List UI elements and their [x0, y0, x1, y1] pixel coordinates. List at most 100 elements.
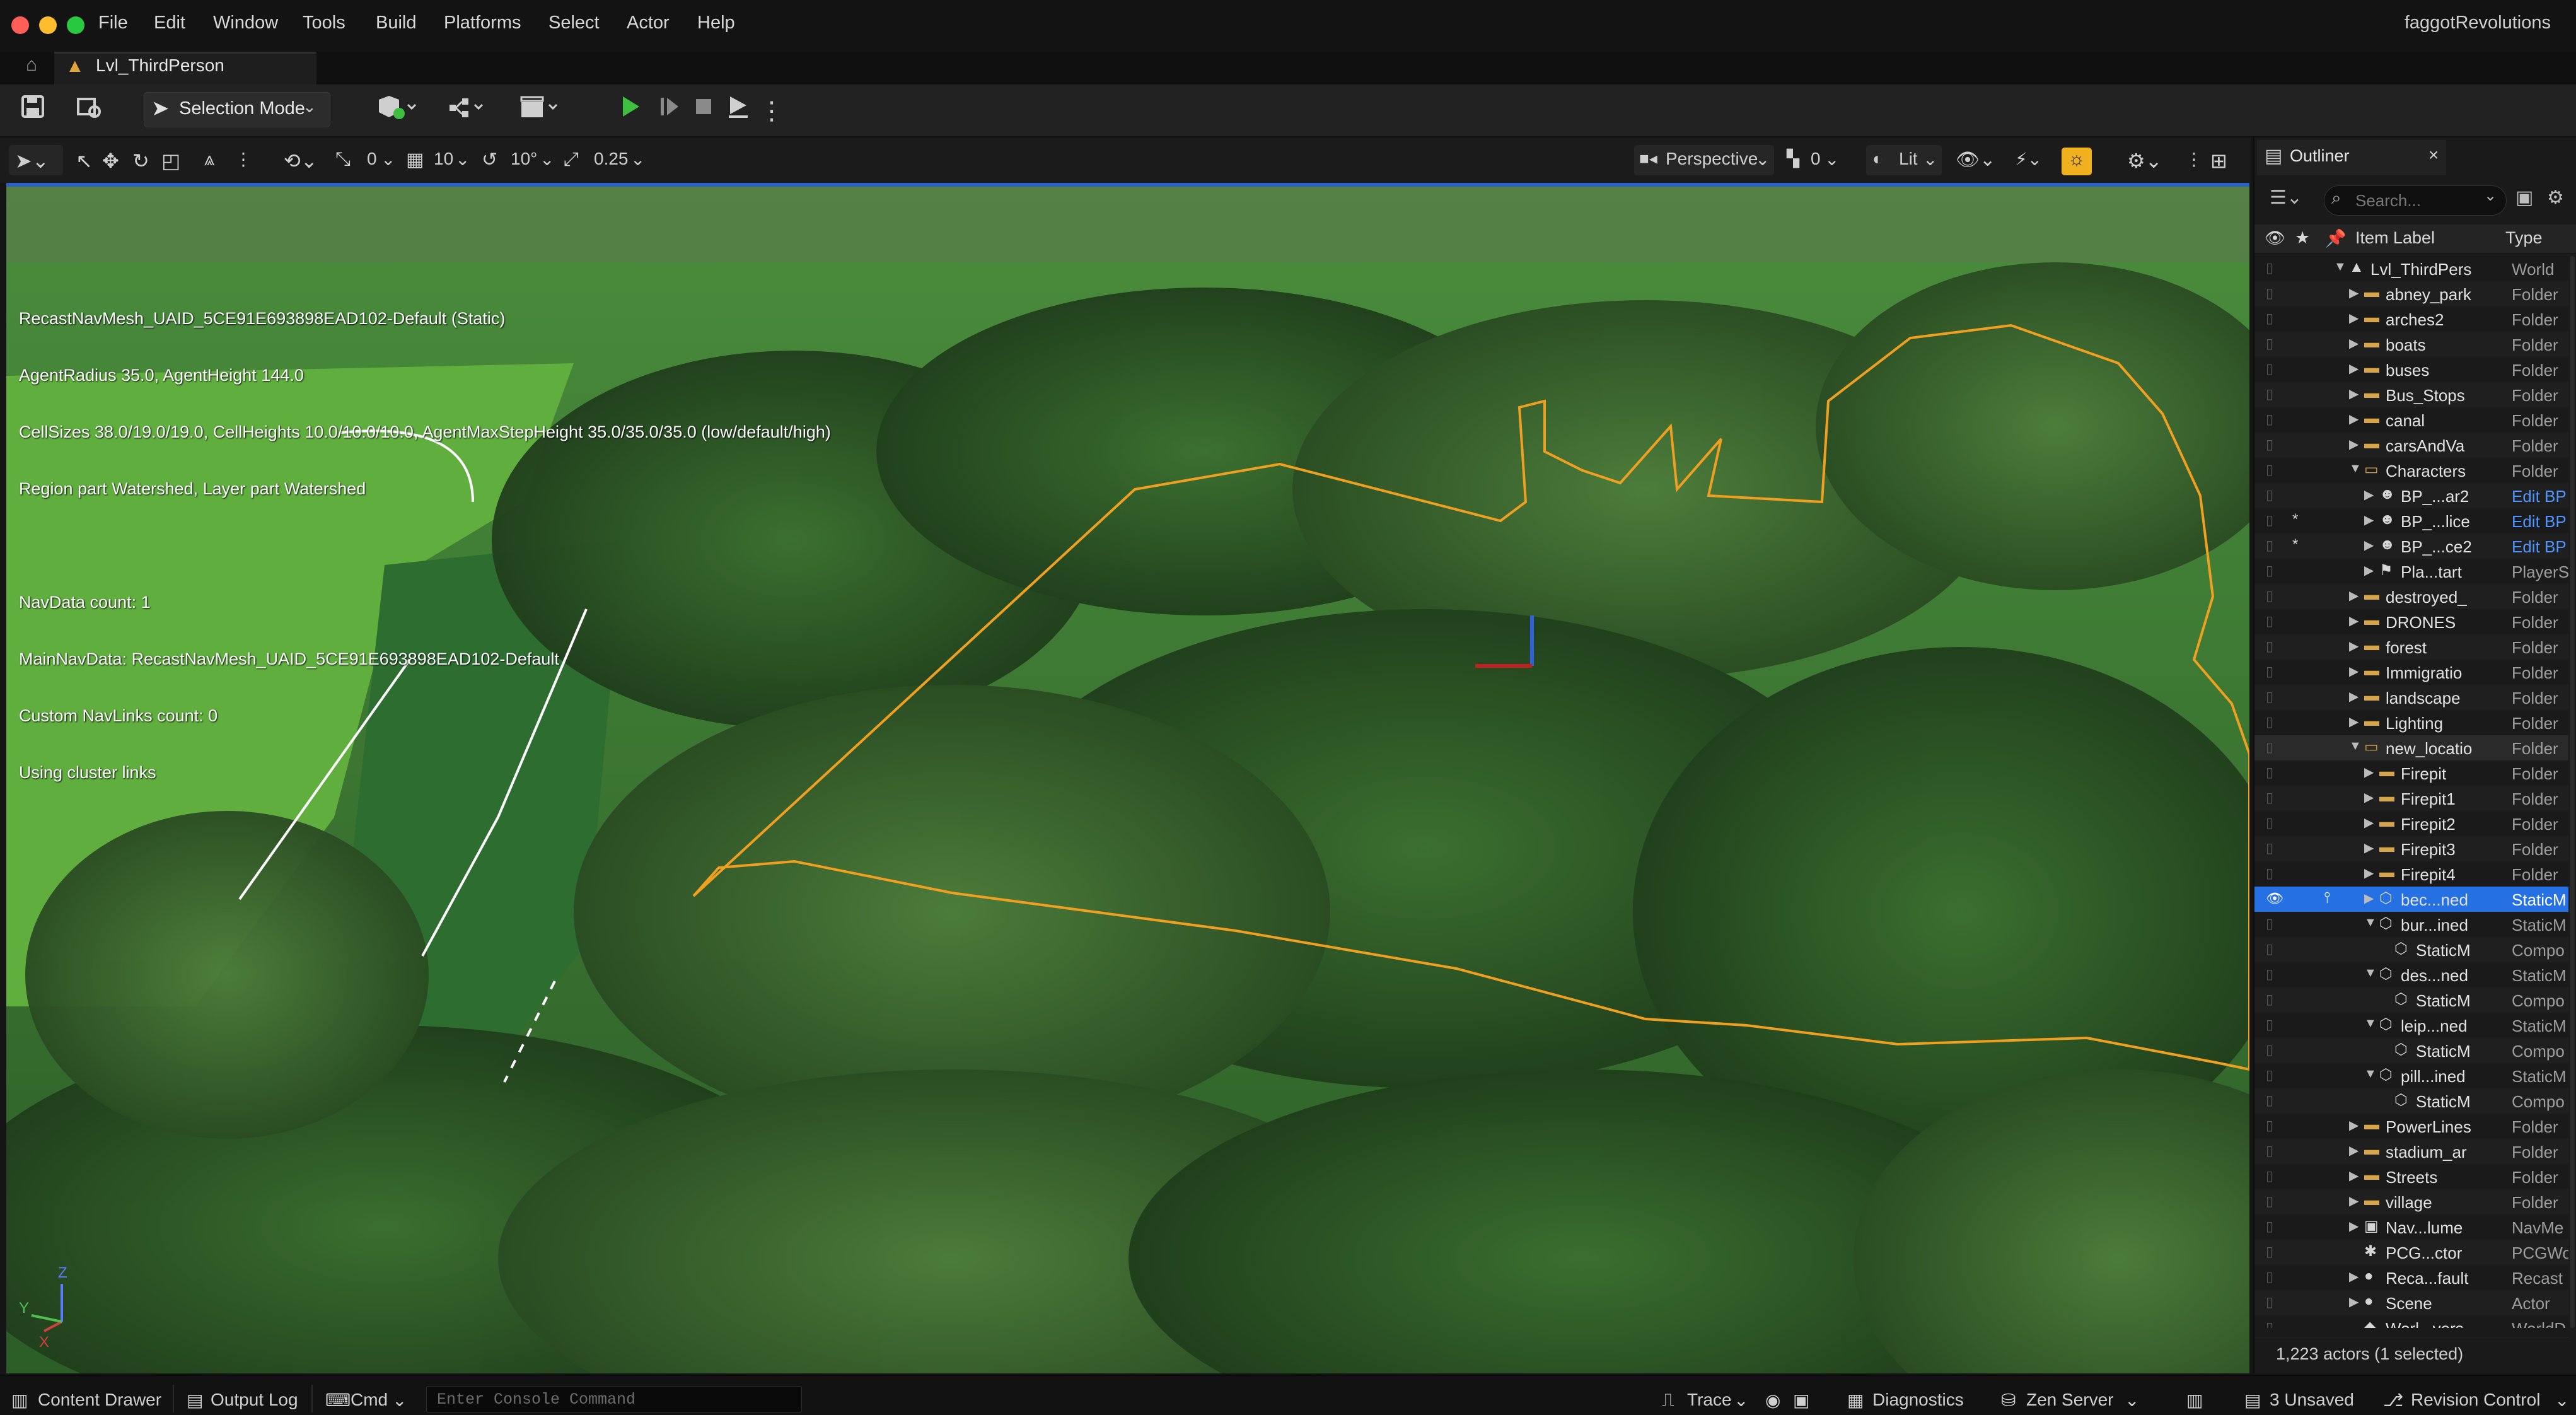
- visibility-toggle-icon[interactable]: ▯: [2266, 537, 2280, 553]
- expand-arrow-icon[interactable]: ▶: [2349, 436, 2358, 452]
- visibility-toggle-icon[interactable]: ▯: [2266, 916, 2280, 931]
- outliner-row[interactable]: ▯ ▶ ▬ Firepit4 Folder: [2254, 861, 2568, 887]
- rotation-snap-icon[interactable]: ↺: [482, 149, 497, 171]
- visibility-toggle-icon[interactable]: ▯: [2266, 1143, 2280, 1158]
- translate-icon[interactable]: ✥: [102, 149, 119, 173]
- menu-window[interactable]: Window: [213, 13, 278, 33]
- outliner-row[interactable]: ▯ ▶ ▬ forest Folder: [2254, 634, 2568, 660]
- outliner-row[interactable]: ▯ * ▶ ☻ BP_...lice Edit BP: [2254, 508, 2568, 533]
- outliner-row[interactable]: ▯ ▶ ▬ boats Folder: [2254, 332, 2568, 357]
- expand-arrow-icon[interactable]: ▶: [2349, 1168, 2358, 1184]
- visibility-toggle-icon[interactable]: ▯: [2266, 436, 2280, 452]
- expand-arrow-icon[interactable]: ▶: [2349, 663, 2358, 679]
- expand-arrow-icon[interactable]: ▶: [2349, 1117, 2358, 1133]
- collapse-arrow-icon[interactable]: ▼: [2364, 966, 2377, 981]
- layout-icon[interactable]: ⊞: [2210, 149, 2227, 173]
- outliner-row[interactable]: ▯ ▶ ▣ Nav...lume NavMe: [2254, 1214, 2568, 1240]
- maximize-window-button[interactable]: [67, 16, 84, 34]
- expand-arrow-icon[interactable]: ▶: [2349, 335, 2358, 351]
- outliner-row[interactable]: ▯ ▶ ▬ buses Folder: [2254, 357, 2568, 382]
- visibility-toggle-icon[interactable]: ▯: [2266, 1067, 2280, 1083]
- visibility-toggle-icon[interactable]: ▯: [2266, 1269, 2280, 1284]
- visibility-toggle-icon[interactable]: ▯: [2266, 1042, 2280, 1057]
- visibility-toggle-icon[interactable]: ▯: [2266, 840, 2280, 856]
- show-flags-icon[interactable]: 👁⌄: [1956, 149, 1995, 171]
- camera-speed-value[interactable]: 0: [1811, 149, 1821, 169]
- visibility-toggle-icon[interactable]: ▯: [2266, 941, 2280, 957]
- pin-icon[interactable]: ⫯: [2324, 889, 2330, 907]
- visibility-toggle-icon[interactable]: ▯: [2266, 411, 2280, 427]
- visibility-toggle-icon[interactable]: ▯: [2266, 512, 2280, 528]
- menu-file[interactable]: File: [98, 13, 128, 33]
- outliner-row[interactable]: 👁 ⫯ ▶ ⬡ bec...ned StaticM: [2254, 887, 2568, 912]
- outliner-row[interactable]: ▯ ▶ ▬ arches2 Folder: [2254, 306, 2568, 332]
- expand-arrow-icon[interactable]: ▶: [2364, 537, 2374, 553]
- outliner-row[interactable]: ▯ ▼ ⬡ pill...ined StaticM: [2254, 1063, 2568, 1088]
- visibility-toggle-icon[interactable]: ▯: [2266, 462, 2280, 477]
- item-label-header[interactable]: Item Label: [2355, 228, 2435, 248]
- browse-level-icon[interactable]: [72, 93, 107, 129]
- menu-edit[interactable]: Edit: [154, 13, 185, 33]
- visibility-toggle-icon[interactable]: ▯: [2266, 1319, 2280, 1328]
- visibility-toggle-icon[interactable]: ▯: [2266, 562, 2280, 578]
- surface-snap-icon[interactable]: ⩓: [204, 149, 215, 170]
- visibility-toggle-icon[interactable]: ▯: [2266, 663, 2280, 679]
- outliner-tab[interactable]: [2257, 140, 2446, 175]
- outliner-row[interactable]: ▯ ▼ ▭ new_locatio Folder: [2254, 735, 2568, 760]
- expand-arrow-icon[interactable]: ▶: [2349, 638, 2358, 654]
- outliner-row[interactable]: ▯ ▶ ▬ DRONES Folder: [2254, 609, 2568, 634]
- chevron-down-icon[interactable]: ⌄: [2484, 187, 2497, 205]
- visibility-toggle-icon[interactable]: ▯: [2266, 991, 2280, 1007]
- minimize-window-button[interactable]: [39, 16, 57, 34]
- advance-frame-button[interactable]: [652, 93, 687, 129]
- visibility-toggle-icon[interactable]: ▯: [2266, 386, 2280, 402]
- expand-arrow-icon[interactable]: ▶: [2349, 386, 2358, 402]
- expand-arrow-icon[interactable]: ▶: [2349, 361, 2358, 376]
- visibility-toggle-icon[interactable]: ▯: [2266, 1168, 2280, 1184]
- play-button[interactable]: [613, 93, 648, 129]
- expand-arrow-icon[interactable]: ▶: [2349, 411, 2358, 427]
- expand-arrow-icon[interactable]: ▶: [2364, 512, 2374, 528]
- outliner-row[interactable]: ▯ ⬡ StaticM Compo: [2254, 1038, 2568, 1063]
- expand-arrow-icon[interactable]: ▶: [2364, 789, 2374, 805]
- outliner-row[interactable]: ▯ ◆ Worl...vers WorldD: [2254, 1315, 2568, 1328]
- expand-arrow-icon[interactable]: ▶: [2349, 613, 2358, 629]
- content-drawer-button[interactable]: Content Drawer: [38, 1390, 161, 1410]
- visibility-toggle-icon[interactable]: ▯: [2266, 588, 2280, 603]
- visibility-toggle-icon[interactable]: ▯: [2266, 714, 2280, 730]
- expand-arrow-icon[interactable]: ▶: [2364, 815, 2374, 830]
- expand-arrow-icon[interactable]: ▶: [2349, 1294, 2358, 1310]
- collapse-arrow-icon[interactable]: ▼: [2364, 1067, 2377, 1081]
- expand-arrow-icon[interactable]: ▶: [2349, 1143, 2358, 1158]
- outliner-row[interactable]: ▯ ▶ ▬ PowerLines Folder: [2254, 1114, 2568, 1139]
- menu-actor[interactable]: Actor: [627, 13, 670, 33]
- expand-arrow-icon[interactable]: ▶: [2349, 1269, 2358, 1284]
- visibility-toggle-icon[interactable]: ▯: [2266, 487, 2280, 503]
- expand-arrow-icon[interactable]: ▶: [2349, 1193, 2358, 1209]
- visibility-toggle-icon[interactable]: ▯: [2266, 285, 2280, 301]
- zen-server-button[interactable]: Zen Server: [2026, 1390, 2114, 1410]
- play-options-icon[interactable]: ⋮: [759, 93, 784, 129]
- grid-snap-value[interactable]: 10: [434, 149, 453, 169]
- outliner-row[interactable]: ▯ ▶ ● Scene Actor: [2254, 1290, 2568, 1315]
- outliner-row[interactable]: ▯ * ▶ ☻ BP_...ce2 Edit BP: [2254, 533, 2568, 559]
- collapse-arrow-icon[interactable]: ▼: [2349, 739, 2362, 754]
- expand-arrow-icon[interactable]: ▶: [2349, 714, 2358, 730]
- collapse-arrow-icon[interactable]: ▼: [2364, 1016, 2377, 1031]
- outliner-row[interactable]: ▯ ▼ ▲ Lvl_ThirdPers World: [2254, 256, 2568, 281]
- outliner-row[interactable]: ▯ ▼ ⬡ leip...ned StaticM: [2254, 1013, 2568, 1038]
- edit-blueprint-link[interactable]: Edit BP: [2512, 537, 2568, 557]
- visibility-toggle-icon[interactable]: ▯: [2266, 1243, 2280, 1259]
- outliner-row[interactable]: ▯ ▶ ⚑ Pla...tart PlayerS: [2254, 559, 2568, 584]
- expand-arrow-icon[interactable]: ▶: [2349, 1218, 2358, 1234]
- rotate-snap-value[interactable]: 0: [367, 149, 377, 169]
- visibility-toggle-icon[interactable]: ▯: [2266, 1218, 2280, 1234]
- camera-speed-icon[interactable]: ▚: [1787, 149, 1799, 168]
- close-window-button[interactable]: [11, 16, 29, 34]
- more-options-icon[interactable]: ⋮: [2185, 149, 2203, 170]
- outliner-row[interactable]: ▯ ▶ ▬ destroyed_ Folder: [2254, 584, 2568, 609]
- trace-dropdown[interactable]: Trace: [1687, 1390, 1732, 1410]
- rotate-snap-icon[interactable]: ⤡: [335, 149, 351, 170]
- menu-tools[interactable]: Tools: [303, 13, 345, 33]
- outliner-row[interactable]: ▯ ▶ ▬ carsAndVa Folder: [2254, 433, 2568, 458]
